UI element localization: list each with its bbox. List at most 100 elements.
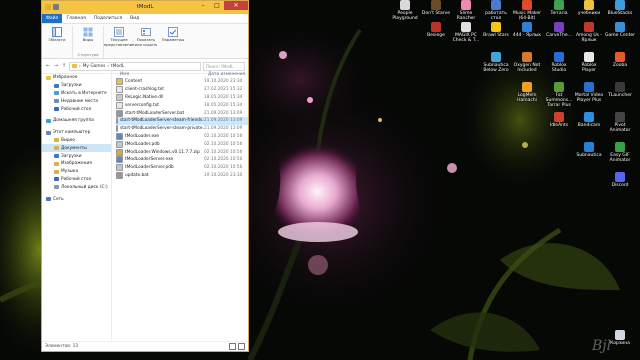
file-row[interactable]: tModLoader.exe 02.10.2020 10:56 bbox=[116, 132, 248, 141]
desktop-shortcut[interactable]: Among Us - Ярлык bbox=[574, 22, 604, 43]
forward-arrow-icon[interactable]: → bbox=[53, 63, 59, 69]
desktop-shortcut[interactable]: People Playground bbox=[390, 0, 420, 21]
tab-file[interactable]: Файл bbox=[42, 14, 63, 23]
show-hide-button[interactable]: Показать или скрыть bbox=[134, 27, 158, 47]
desktop-shortcut[interactable]: Subnautica Below Zero bbox=[481, 52, 511, 73]
desktop-shortcut-label: Game Center bbox=[605, 33, 635, 38]
views-button[interactable]: Виды bbox=[76, 27, 100, 43]
options-button[interactable]: Параметры bbox=[161, 27, 185, 47]
nav-this-pc[interactable]: Этот компьютер bbox=[42, 129, 111, 137]
nav-desktop[interactable]: Рабочий стол bbox=[42, 105, 111, 113]
nav-videos[interactable]: Видео bbox=[42, 137, 111, 145]
file-row[interactable]: tModLoaderServer.pdb 02.10.2020 10:56 bbox=[116, 164, 248, 172]
address-bar[interactable]: › My Games › tModL bbox=[69, 61, 201, 71]
file-row[interactable]: start-tModLoaderServer-steam-friends.bat… bbox=[116, 116, 248, 125]
nav-pictures[interactable]: Изображения bbox=[42, 160, 111, 168]
desktop-shortcut[interactable]: TLauncher bbox=[605, 82, 635, 98]
column-date[interactable]: Дата изменения bbox=[208, 72, 245, 77]
nav-downloads[interactable]: Загрузки bbox=[42, 82, 111, 90]
file-row[interactable]: Content 19.10.2020 23:30 bbox=[116, 78, 248, 86]
nav-homegroup[interactable]: Домашняя группа bbox=[42, 117, 111, 125]
close-button[interactable]: ✕ bbox=[224, 1, 248, 10]
details-view-icon[interactable] bbox=[229, 343, 236, 350]
desktop-shortcut[interactable]: Besiege bbox=[421, 22, 451, 38]
file-row[interactable]: client-crashlog.txt 27.02.2021 15:32 bbox=[116, 86, 248, 94]
file-date-cell: 02.10.2020 10:56 bbox=[204, 133, 243, 139]
desktop-shortcut[interactable]: Roblox Player bbox=[574, 52, 604, 73]
desktop-shortcut[interactable]: Roblox Studio bbox=[544, 52, 574, 73]
file-row[interactable]: tModLoaderServer.exe 02.10.2020 10:56 bbox=[116, 156, 248, 164]
folder-icon bbox=[72, 64, 77, 68]
tab-view[interactable]: Вид bbox=[126, 14, 143, 23]
desktop-shortcut[interactable]: Brawl Stars bbox=[481, 22, 511, 38]
desktop-shortcut[interactable]: Mortal Video Player Plus bbox=[574, 82, 604, 103]
title-bar[interactable]: tModL – □ ✕ bbox=[42, 1, 248, 14]
nav-pc-desktop[interactable]: Рабочий стол bbox=[42, 176, 111, 184]
desktop-shortcut[interactable]: Bandicam bbox=[574, 112, 604, 128]
current-view-button[interactable]: Текущее представление bbox=[104, 27, 134, 47]
file-row[interactable]: start-tModLoaderServer.bat 21.09.2020 13:… bbox=[116, 109, 248, 117]
file-date-cell: 02.10.2020 10:56 bbox=[204, 149, 243, 155]
desktop-shortcut[interactable]: BlueStacks bbox=[605, 0, 635, 16]
desktop-shortcut-label: Subnautica bbox=[576, 153, 602, 158]
desktop-shortcut[interactable]: LogMeIn Hamachi bbox=[512, 82, 542, 103]
file-name-cell: tModLoader.exe bbox=[116, 132, 204, 140]
file-row[interactable]: ReLogic.Native.dll 18.05.2020 15:34 bbox=[116, 93, 248, 102]
file-name-cell: start-tModLoaderServer-steam-private.bat bbox=[116, 125, 204, 133]
nav-documents[interactable]: Документы bbox=[42, 144, 111, 153]
pictures-folder-icon bbox=[54, 161, 59, 166]
desktop-shortcut-label: Besiege bbox=[427, 33, 445, 38]
large-icons-view-icon[interactable] bbox=[238, 343, 245, 350]
desktop-shortcut[interactable]: Fat Summons... Tarrar Plus bbox=[544, 82, 574, 108]
back-arrow-icon[interactable]: ← bbox=[45, 63, 51, 69]
breadcrumb-my-games[interactable]: My Games bbox=[83, 64, 106, 69]
nav-network[interactable]: Сеть bbox=[42, 195, 111, 203]
desktop-shortcut[interactable]: Subnautica bbox=[574, 142, 604, 158]
desktop-shortcut-label: Terraria bbox=[550, 11, 568, 16]
nav-recent-places[interactable]: Недавние места bbox=[42, 97, 111, 105]
nav-pc-downloads[interactable]: Загрузки bbox=[42, 152, 111, 160]
nav-search-web[interactable]: Искать в Интернете bbox=[42, 90, 111, 98]
desktop-shortcut[interactable]: Music Maker (64-Bit) bbox=[512, 0, 542, 21]
desktop-shortcut[interactable]: Terraria bbox=[544, 0, 574, 16]
nav-local-disk[interactable]: Локальный диск (C:) bbox=[42, 183, 111, 191]
desktop-shortcut[interactable]: Pivot Animator bbox=[605, 112, 635, 133]
desktop-shortcut[interactable]: Корзина bbox=[605, 330, 635, 346]
desktop-shortcut[interactable]: Slime Rancher bbox=[451, 0, 481, 21]
nav-favorites[interactable]: Избранное bbox=[42, 74, 111, 82]
pdb-file-icon bbox=[116, 164, 123, 172]
desktop-shortcut[interactable]: CarveThe... bbox=[544, 22, 574, 38]
app-icon bbox=[584, 0, 594, 10]
file-row[interactable]: update.bat 19.10.2020 23:30 bbox=[116, 171, 248, 180]
file-date-cell: 18.05.2020 15:34 bbox=[204, 94, 243, 100]
file-row[interactable]: start-tModLoaderServer-steam-private.bat… bbox=[116, 125, 248, 133]
desktop-shortcut[interactable]: 444 - Ярлык bbox=[512, 22, 542, 38]
desktop-shortcut[interactable]: MAGIX PC Check & T... bbox=[451, 22, 481, 43]
minimize-button[interactable]: – bbox=[196, 1, 210, 10]
search-input[interactable]: Поиск: tModL bbox=[203, 61, 245, 71]
app-icon bbox=[615, 112, 625, 122]
desktop-shortcut[interactable]: работать стол bbox=[481, 0, 511, 21]
file-row[interactable]: tModLoader.Windows.v0.11.7.7.zip 02.10.20… bbox=[116, 148, 248, 156]
breadcrumb-tmodl[interactable]: tModL bbox=[111, 64, 124, 69]
tab-home[interactable]: Главная bbox=[62, 14, 89, 23]
file-row[interactable]: serverconfig.txt 18.05.2020 15:34 bbox=[116, 101, 248, 109]
globe-icon bbox=[54, 91, 59, 96]
up-arrow-icon[interactable]: ↑ bbox=[61, 63, 67, 69]
column-name[interactable]: Имя bbox=[116, 72, 208, 77]
desktop-shortcut[interactable]: Don't Starve bbox=[421, 0, 451, 16]
star-icon bbox=[46, 75, 51, 80]
desktop-shortcut[interactable]: IdleAnts bbox=[544, 112, 574, 128]
desktop-shortcut[interactable]: Easy GIF Animator bbox=[605, 142, 635, 163]
file-row[interactable]: tModLoader.pdb 02.10.2020 10:56 bbox=[116, 140, 248, 148]
desktop-shortcut[interactable]: Zooba bbox=[605, 52, 635, 68]
desktop-shortcut[interactable]: Game Center bbox=[605, 22, 635, 38]
tab-share[interactable]: Поделиться bbox=[90, 14, 126, 23]
panes-button[interactable]: Области bbox=[45, 27, 69, 43]
maximize-button[interactable]: □ bbox=[210, 1, 224, 10]
desktop-shortcut[interactable]: Discord bbox=[605, 172, 635, 188]
chevron-right-icon: › bbox=[79, 63, 81, 69]
nav-music[interactable]: Музыка bbox=[42, 168, 111, 176]
desktop-shortcut[interactable]: учебники bbox=[574, 0, 604, 16]
desktop-shortcut[interactable]: Oxygen Not Included bbox=[512, 52, 542, 73]
